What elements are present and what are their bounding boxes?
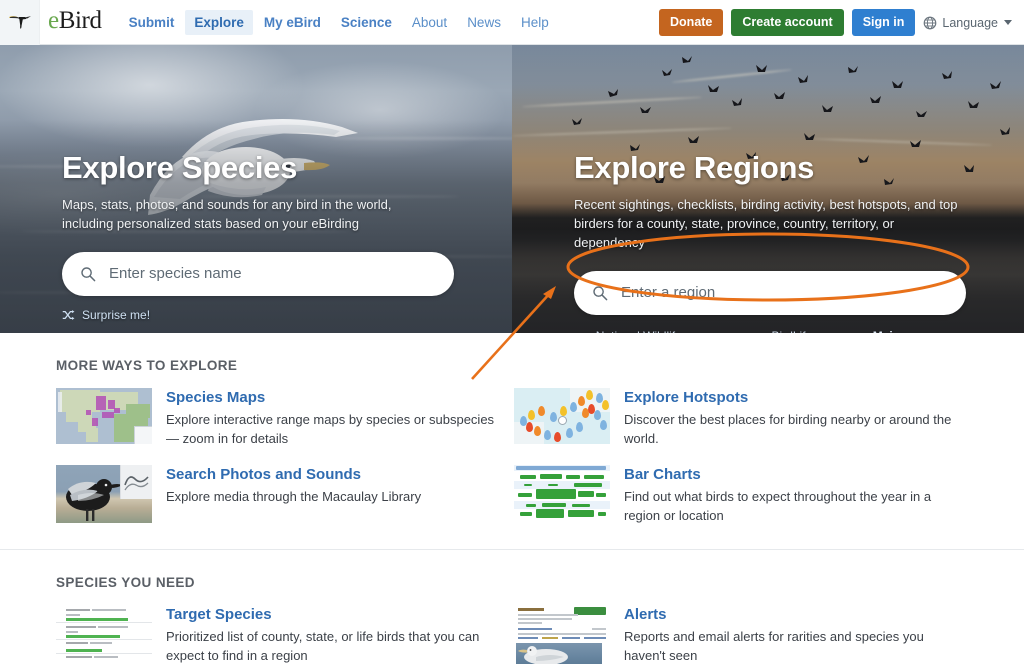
surprise-me-link[interactable]: Surprise me!	[62, 308, 462, 322]
region-search-placeholder: Enter a region	[621, 284, 715, 301]
region-search-input[interactable]: Enter a region	[574, 271, 966, 315]
hero-section: Explore Species Maps, stats, photos, and…	[0, 45, 1024, 333]
major-regions-dropdown[interactable]: Major Regions	[873, 329, 968, 333]
explore-species-title: Explore Species	[62, 151, 462, 185]
national-wildlife-refuges-link[interactable]: National Wildlife Refuges	[574, 329, 728, 333]
hotspot-map-thumbnail	[514, 388, 610, 444]
chevron-down-icon	[1004, 20, 1012, 25]
card-title-alerts[interactable]: Alerts	[624, 606, 667, 623]
nav-item-news[interactable]: News	[458, 10, 510, 35]
header-actions: Donate Create account Sign in Language	[659, 0, 1016, 45]
section-title-species-you-need: SPECIES YOU NEED	[56, 550, 972, 605]
card-desc-search-photos-sounds: Explore media through the Macaulay Libra…	[166, 488, 421, 507]
nav-item-science[interactable]: Science	[332, 10, 401, 35]
globe-icon	[923, 16, 937, 30]
sign-in-button[interactable]: Sign in	[852, 9, 916, 36]
shuffle-icon	[62, 309, 75, 321]
nav-item-my-ebird[interactable]: My eBird	[255, 10, 330, 35]
ebird-logo-icon-box[interactable]	[0, 0, 40, 45]
ebird-explore-page: eBird Submit Explore My eBird Science Ab…	[0, 0, 1024, 664]
hero-explore-species: Explore Species Maps, stats, photos, and…	[0, 45, 512, 333]
search-icon	[592, 285, 608, 301]
plover-illustration	[58, 469, 128, 523]
species-you-need-section: SPECIES YOU NEED	[0, 550, 1024, 664]
plover-photo-thumbnail	[56, 465, 152, 523]
card-target-species[interactable]: Target Species Prioritized list of count…	[56, 605, 514, 664]
main-navigation: Submit Explore My eBird Science About Ne…	[120, 10, 558, 35]
card-title-explore-hotspots[interactable]: Explore Hotspots	[624, 389, 748, 406]
explore-species-subtitle: Maps, stats, photos, and sounds for any …	[62, 196, 434, 234]
nav-item-help[interactable]: Help	[512, 10, 558, 35]
region-quick-links: National Wildlife Refuges BirdLife IBAs/…	[574, 329, 968, 333]
card-title-bar-charts[interactable]: Bar Charts	[624, 466, 701, 483]
alert-photo	[516, 643, 602, 664]
birdlife-ibas-kbas-label: BirdLife IBAs/KBAs	[772, 329, 873, 333]
card-species-maps[interactable]: Species Maps Explore interactive range m…	[56, 388, 514, 449]
create-account-button[interactable]: Create account	[731, 9, 843, 36]
species-you-need-right-column: Alerts Reports and email alerts for rari…	[514, 605, 972, 664]
card-search-photos-sounds[interactable]: Search Photos and Sounds Explore media t…	[56, 465, 514, 523]
card-desc-bar-charts: Find out what birds to expect throughout…	[624, 488, 954, 526]
card-desc-explore-hotspots: Discover the best places for birding nea…	[624, 411, 954, 449]
birdlife-ibas-kbas-link[interactable]: BirdLife IBAs/KBAs	[750, 329, 873, 333]
card-title-search-photos-sounds[interactable]: Search Photos and Sounds	[166, 466, 361, 483]
language-label: Language	[942, 16, 998, 30]
regions-hero-content: Explore Regions Recent sightings, checkl…	[574, 151, 994, 333]
donate-button[interactable]: Donate	[659, 9, 723, 36]
card-title-target-species[interactable]: Target Species	[166, 606, 272, 623]
explore-regions-title: Explore Regions	[574, 151, 994, 185]
card-desc-target-species: Prioritized list of county, state, or li…	[166, 628, 496, 664]
range-map-thumbnail	[56, 388, 152, 444]
card-desc-alerts: Reports and email alerts for rarities an…	[624, 628, 954, 664]
card-alerts[interactable]: Alerts Reports and email alerts for rari…	[514, 605, 972, 664]
target-species-thumbnail	[56, 605, 152, 664]
alerts-page-thumbnail	[514, 605, 610, 664]
card-desc-species-maps: Explore interactive range maps by specie…	[166, 411, 496, 449]
more-ways-right-column: Explore Hotspots Discover the best place…	[514, 388, 972, 541]
national-wildlife-refuges-label: National Wildlife Refuges	[596, 329, 728, 333]
nav-item-about[interactable]: About	[403, 10, 456, 35]
logo-text-e: e	[48, 7, 59, 34]
ebird-bird-icon	[8, 14, 32, 30]
spectrogram-inset	[120, 465, 152, 499]
card-bar-charts[interactable]: Bar Charts Find out what birds to expect…	[514, 465, 972, 526]
hero-explore-regions: Explore Regions Recent sightings, checkl…	[512, 45, 1024, 333]
card-explore-hotspots[interactable]: Explore Hotspots Discover the best place…	[514, 388, 972, 449]
species-you-need-left-column: Target Species Prioritized list of count…	[56, 605, 514, 664]
more-ways-to-explore-section: MORE WAYS TO EXPLORE	[0, 333, 1024, 541]
explore-regions-subtitle: Recent sightings, checklists, birding ac…	[574, 196, 964, 253]
bar-chart-thumbnail	[514, 465, 610, 523]
nav-item-submit[interactable]: Submit	[120, 10, 184, 35]
more-ways-left-column: Species Maps Explore interactive range m…	[56, 388, 514, 541]
logo-text-bird: Bird	[59, 7, 102, 34]
species-search-input[interactable]: Enter species name	[62, 252, 454, 296]
site-header: eBird Submit Explore My eBird Science Ab…	[0, 0, 1024, 45]
search-icon	[80, 266, 96, 282]
surprise-me-label: Surprise me!	[82, 308, 150, 322]
species-hero-content: Explore Species Maps, stats, photos, and…	[62, 151, 462, 322]
species-search-placeholder: Enter species name	[109, 265, 242, 282]
section-title-more-ways: MORE WAYS TO EXPLORE	[56, 333, 972, 388]
ebird-wordmark[interactable]: eBird	[48, 8, 102, 36]
language-selector[interactable]: Language	[923, 16, 1016, 30]
major-regions-label: Major Regions	[873, 329, 954, 333]
nav-item-explore[interactable]: Explore	[185, 10, 253, 35]
card-title-species-maps[interactable]: Species Maps	[166, 389, 265, 406]
